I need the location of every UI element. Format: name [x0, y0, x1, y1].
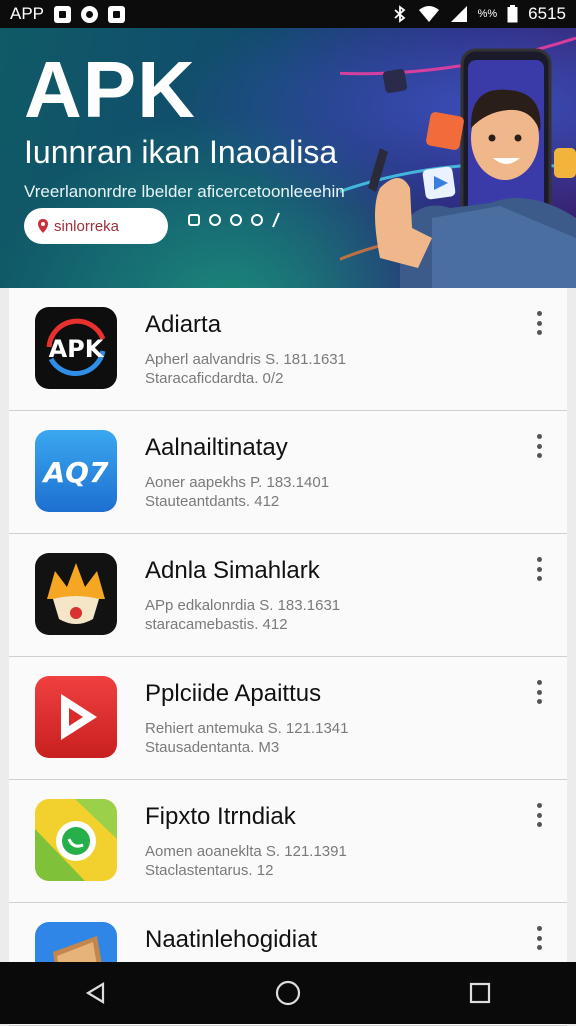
app-meta: Apherl aalvandris S. 181.1631 Staracaficd… [145, 350, 346, 388]
battery-icon [507, 5, 518, 23]
banner-illustration [340, 36, 576, 288]
app-meta-line2: Staclastentarus. 12 [145, 862, 274, 879]
pager-dot[interactable] [188, 214, 200, 226]
play-icon[interactable] [35, 676, 117, 758]
more-options-icon[interactable] [529, 554, 549, 584]
app-list: APK Adiarta Apherl aalvandris S. 181.1631 S… [9, 288, 567, 1026]
banner-pager[interactable] [188, 212, 280, 228]
app-meta-line1: Aoner aapekhs P. 183.1401 [145, 474, 330, 491]
battery-percent: %% [477, 8, 498, 20]
pager-dot[interactable] [230, 214, 242, 226]
app-list-item[interactable]: Fipxto Itrndiak Aomen aoaneklta S. 121.13… [9, 780, 567, 903]
status-bar-left: APP [10, 4, 126, 24]
chat-icon[interactable] [35, 799, 117, 881]
pager-dot[interactable] [251, 214, 263, 226]
banner-subtitle: Iunnran ikan Inaoalisa [24, 134, 338, 170]
app-meta-line1: Apherl aalvandris S. 181.1631 [145, 351, 346, 368]
home-button[interactable] [268, 973, 308, 1013]
more-options-icon[interactable] [529, 923, 549, 953]
app-meta-line2: staracamebastis. 412 [145, 616, 288, 633]
banner-description: Vreerlanonrdre lbelder aficercetoonleeeh… [24, 182, 345, 201]
location-pin-icon [38, 219, 48, 233]
app-list-item[interactable]: Pplciide Apaittus Rehiert antemuka S. 121… [9, 657, 567, 780]
app-meta-line1: APp edkalonrdia S. 183.1631 [145, 597, 341, 614]
app-meta: Rehiert antemuka S. 121.1341 Stausadentan… [145, 719, 348, 757]
app-list-item[interactable]: AQ7 Aalnailtinatay Aoner aapekhs P. 183.14… [9, 411, 567, 534]
banner-title: APK [24, 45, 196, 134]
app-title: Adnla Simahlark [145, 557, 320, 584]
more-options-icon[interactable] [529, 800, 549, 830]
pager-slash-icon [272, 212, 280, 228]
more-options-icon[interactable] [529, 677, 549, 707]
banner-search-field[interactable]: sinlorreka [24, 208, 168, 244]
recents-icon [469, 982, 491, 1004]
notification-face-icon [81, 5, 99, 23]
promo-banner[interactable]: APK Iunnran ikan Inaoalisa Vreerlanonrdr… [0, 28, 576, 288]
pager-dot[interactable] [209, 214, 221, 226]
app-title: Adiarta [145, 311, 222, 338]
status-time: 6515 [528, 4, 566, 23]
more-options-icon[interactable] [529, 308, 549, 338]
notification-image-icon [54, 5, 72, 23]
app-meta: Aoner aapekhs P. 183.1401 Stauteantdants.… [145, 473, 329, 511]
app-list-item[interactable]: Adnla Simahlark APp edkalonrdia S. 183.16… [9, 534, 567, 657]
app-meta: Aomen aoaneklta S. 121.1391 Staclastentar… [145, 842, 347, 880]
app-meta-line2: Stauteantdants. 412 [145, 493, 280, 510]
bluetooth-icon [394, 5, 406, 23]
aq7-icon[interactable]: AQ7 [35, 430, 117, 512]
apk-icon[interactable]: APK [35, 307, 117, 389]
icon-text: AQ7 [42, 456, 109, 489]
status-bar-right: %% 6515 [392, 4, 566, 24]
app-meta-line2: Staracaficdardta. 0/2 [145, 370, 284, 387]
app-meta-line1: Rehiert antemuka S. 121.1341 [145, 720, 349, 737]
banner-search-placeholder: sinlorreka [54, 217, 120, 235]
back-button[interactable] [76, 973, 116, 1013]
app-title: Aalnailtinatay [145, 434, 288, 461]
crown-icon[interactable] [35, 553, 117, 635]
status-app-label: APP [10, 4, 45, 23]
home-icon [275, 980, 301, 1006]
back-icon [85, 982, 105, 1004]
recents-button[interactable] [460, 973, 500, 1013]
app-meta-line2: Stausadentanta. M3 [145, 739, 280, 756]
app-title: Fipxto Itrndiak [145, 803, 296, 830]
app-meta-line1: Aomen aoaneklta S. 121.1391 [145, 843, 347, 860]
app-title: Pplciide Apaittus [145, 680, 322, 707]
app-title: Naatinlehogidiat [145, 926, 318, 953]
notification-square-icon [108, 5, 126, 23]
signal-icon [450, 6, 467, 22]
app-list-item[interactable]: APK Adiarta Apherl aalvandris S. 181.1631 S… [9, 288, 567, 411]
navigation-bar [0, 962, 576, 1024]
wifi-icon [418, 6, 439, 22]
icon-text: APK [49, 335, 105, 363]
status-bar: APP %% 6515 [0, 0, 576, 28]
more-options-icon[interactable] [529, 431, 549, 461]
app-meta: APp edkalonrdia S. 183.1631 staracamebast… [145, 596, 340, 634]
